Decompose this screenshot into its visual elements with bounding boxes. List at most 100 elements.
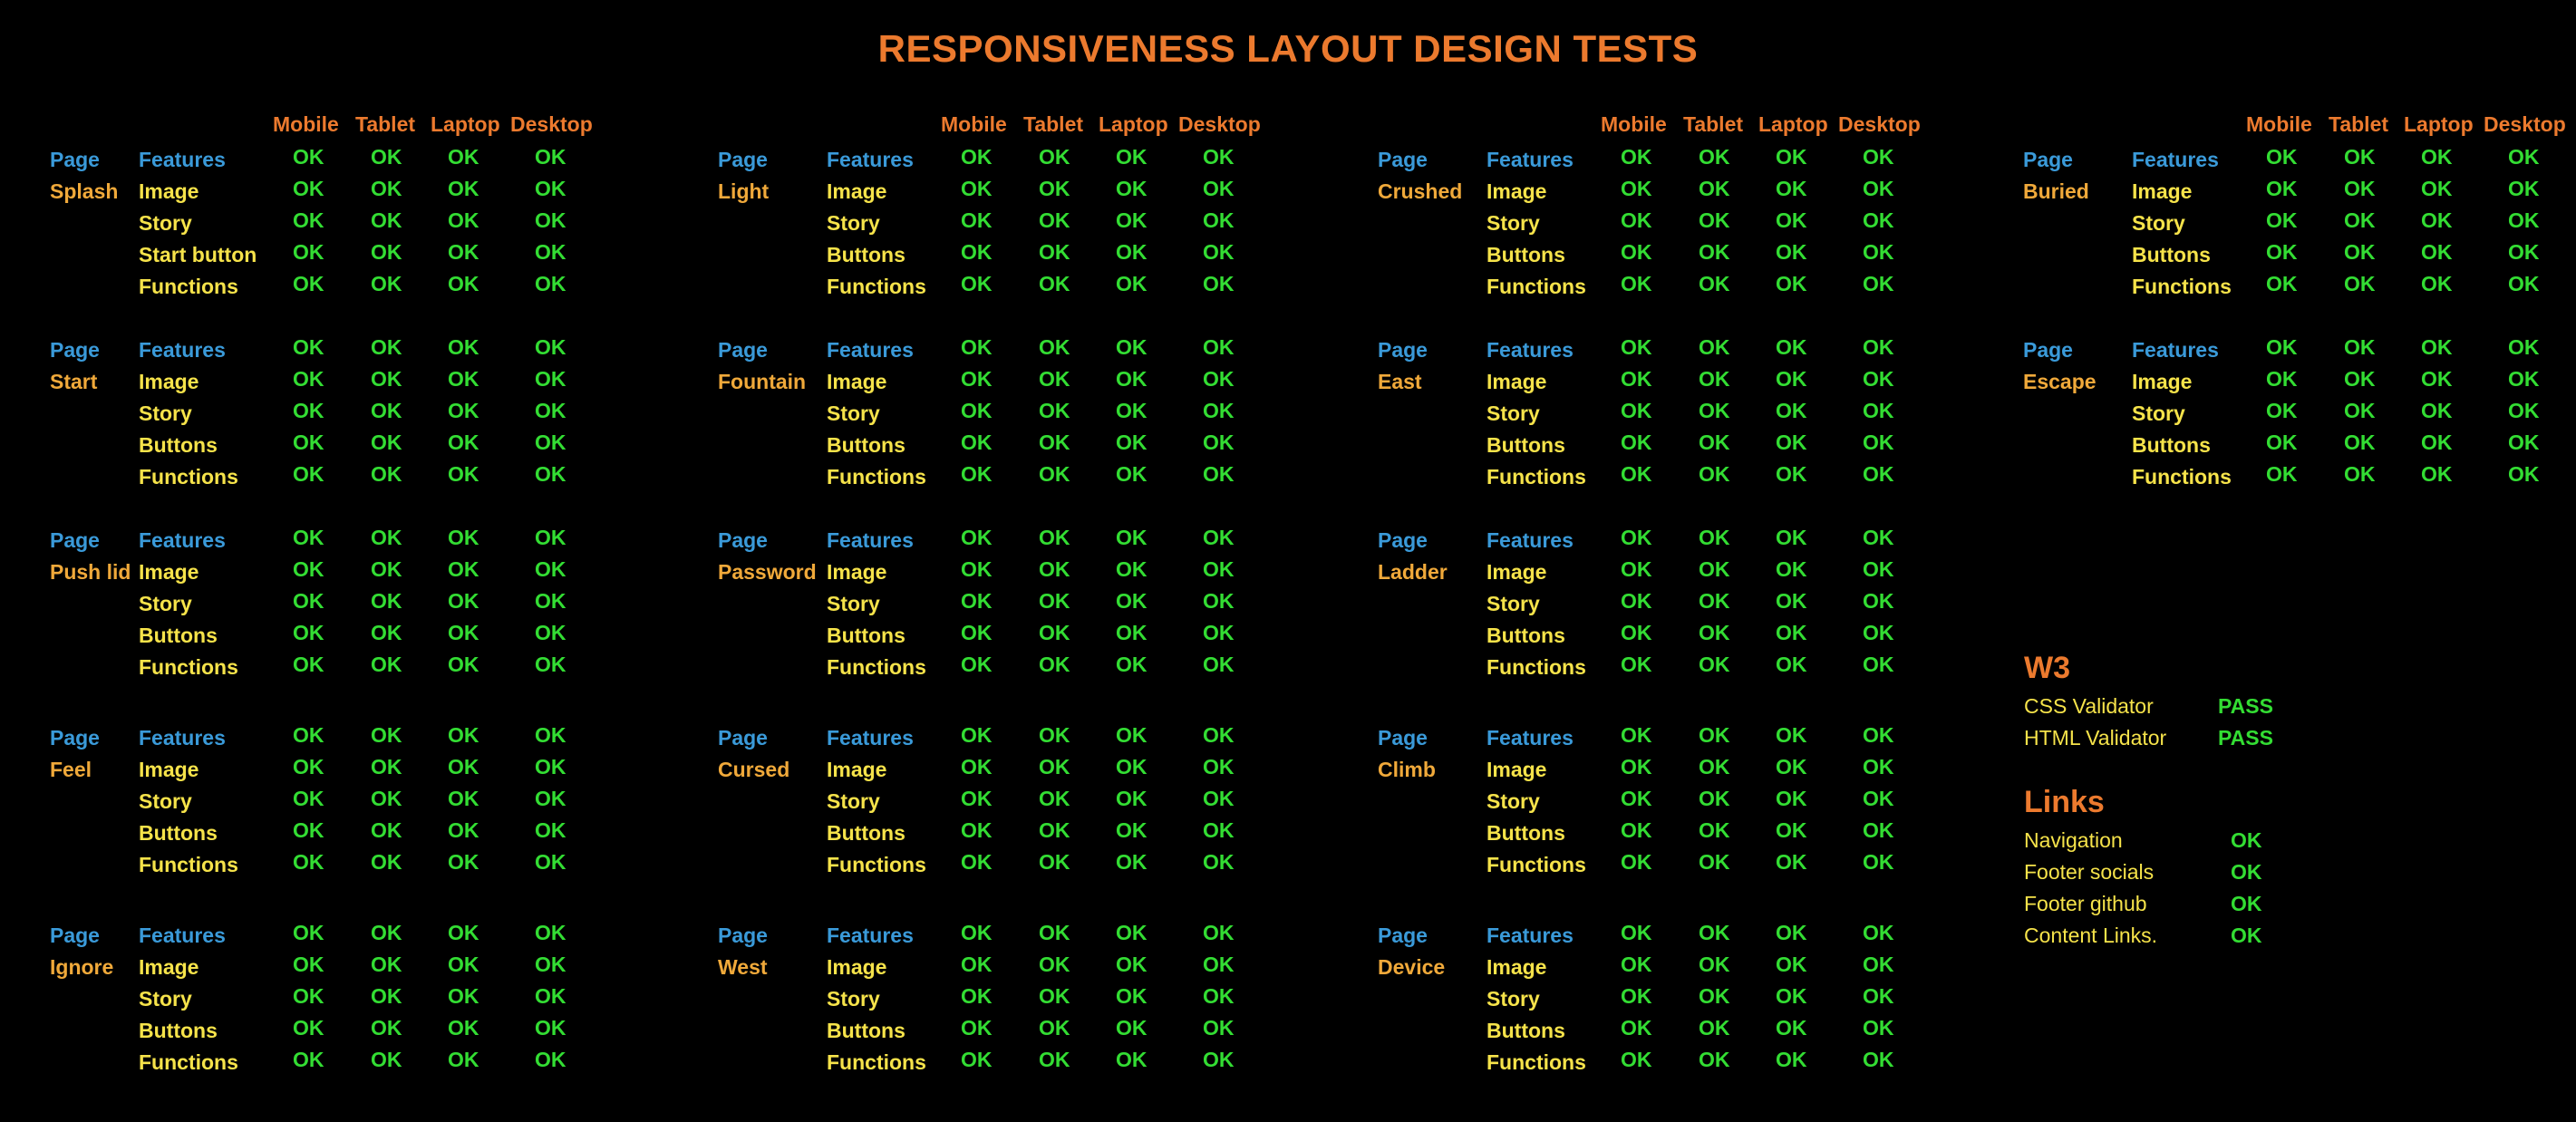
feature-item: Image — [827, 370, 887, 393]
ok-status: OK — [1776, 723, 1807, 747]
ok-status: OK — [535, 818, 567, 842]
feature-item: Story — [1487, 987, 1540, 1011]
ok-status: OK — [1699, 367, 1730, 391]
feature-item: Functions — [1487, 1050, 1586, 1074]
ok-status: OK — [1116, 621, 1148, 644]
feature-item: Buttons — [1487, 624, 1565, 647]
feature-item: Functions — [2132, 465, 2232, 488]
page-name: West — [718, 955, 768, 979]
validator-row-status: PASS — [2218, 694, 2273, 718]
ok-status: OK — [961, 653, 993, 676]
feature-item: Functions — [827, 275, 926, 298]
ok-status: OK — [1776, 755, 1807, 779]
feature-item: Functions — [139, 1050, 238, 1074]
feature-item: Buttons — [139, 433, 218, 457]
ok-status: OK — [961, 367, 993, 391]
w3-title: W3 — [2024, 651, 2070, 685]
validator-row-status: PASS — [2218, 726, 2273, 750]
link-row-status: OK — [2231, 828, 2262, 852]
ok-status: OK — [448, 145, 479, 169]
ok-status: OK — [1116, 1048, 1148, 1071]
ok-status: OK — [293, 953, 324, 976]
feature-item: Story — [139, 592, 192, 615]
feature-item: Functions — [139, 465, 238, 488]
ok-status: OK — [1203, 621, 1235, 644]
page-name: Cursed — [718, 758, 790, 781]
page-name: Buried — [2023, 179, 2089, 203]
device-header-desktop: Desktop — [1178, 112, 1261, 136]
feature-item: Buttons — [1487, 243, 1565, 266]
ok-status: OK — [1203, 240, 1235, 264]
ok-status: OK — [1116, 1016, 1148, 1040]
feature-item: Functions — [827, 853, 926, 876]
feature-item: Buttons — [139, 1019, 218, 1042]
ok-status: OK — [371, 953, 402, 976]
ok-status: OK — [1863, 208, 1894, 232]
ok-status: OK — [1203, 953, 1235, 976]
ok-status: OK — [1203, 787, 1235, 810]
feature-item: Image — [827, 955, 887, 979]
ok-status: OK — [293, 589, 324, 613]
feature-item: Functions — [1487, 465, 1586, 488]
ok-status: OK — [1203, 1016, 1235, 1040]
ok-status: OK — [2421, 430, 2453, 454]
ok-status: OK — [1116, 589, 1148, 613]
ok-status: OK — [1863, 430, 1894, 454]
ok-status: OK — [1863, 984, 1894, 1008]
ok-status: OK — [2508, 367, 2540, 391]
ok-status: OK — [371, 462, 402, 486]
ok-status: OK — [1621, 921, 1652, 944]
ok-status: OK — [2508, 177, 2540, 200]
ok-status: OK — [448, 335, 479, 359]
device-header-tablet: Tablet — [1683, 112, 1744, 136]
ok-status: OK — [1039, 240, 1070, 264]
feature-item: Story — [827, 211, 880, 235]
ok-status: OK — [1699, 818, 1730, 842]
ok-status: OK — [1863, 526, 1894, 549]
feature-item: Story — [827, 592, 880, 615]
ok-status: OK — [1776, 462, 1807, 486]
ok-status: OK — [2508, 272, 2540, 295]
ok-status: OK — [2266, 208, 2298, 232]
feature-item: Functions — [1487, 853, 1586, 876]
page-name: Password — [718, 560, 817, 584]
ok-status: OK — [1699, 723, 1730, 747]
ok-status: OK — [535, 953, 567, 976]
ok-status: OK — [1621, 177, 1652, 200]
ok-status: OK — [448, 984, 479, 1008]
ok-status: OK — [293, 335, 324, 359]
ok-status: OK — [1039, 621, 1070, 644]
page-label: Page — [718, 726, 768, 750]
ok-status: OK — [1203, 145, 1235, 169]
ok-status: OK — [1621, 399, 1652, 422]
link-row: Content Links. — [2024, 924, 2158, 947]
page-label: Page — [718, 338, 768, 362]
ok-status: OK — [1863, 818, 1894, 842]
ok-status: OK — [293, 367, 324, 391]
ok-status: OK — [1863, 1048, 1894, 1071]
page-label: Page — [1378, 148, 1428, 171]
ok-status: OK — [1203, 589, 1235, 613]
ok-status: OK — [535, 526, 567, 549]
ok-status: OK — [2266, 145, 2298, 169]
ok-status: OK — [448, 1016, 479, 1040]
ok-status: OK — [535, 984, 567, 1008]
ok-status: OK — [535, 1016, 567, 1040]
ok-status: OK — [1116, 526, 1148, 549]
ok-status: OK — [371, 145, 402, 169]
ok-status: OK — [2508, 145, 2540, 169]
ok-status: OK — [448, 621, 479, 644]
ok-status: OK — [448, 526, 479, 549]
ok-status: OK — [293, 399, 324, 422]
validator-row: HTML Validator — [2024, 726, 2167, 750]
feature-item: Functions — [2132, 275, 2232, 298]
ok-status: OK — [371, 1048, 402, 1071]
ok-status: OK — [448, 1048, 479, 1071]
ok-status: OK — [293, 272, 324, 295]
ok-status: OK — [961, 177, 993, 200]
ok-status: OK — [293, 240, 324, 264]
page-name: East — [1378, 370, 1422, 393]
ok-status: OK — [1776, 335, 1807, 359]
ok-status: OK — [448, 462, 479, 486]
feature-item: Functions — [139, 275, 238, 298]
